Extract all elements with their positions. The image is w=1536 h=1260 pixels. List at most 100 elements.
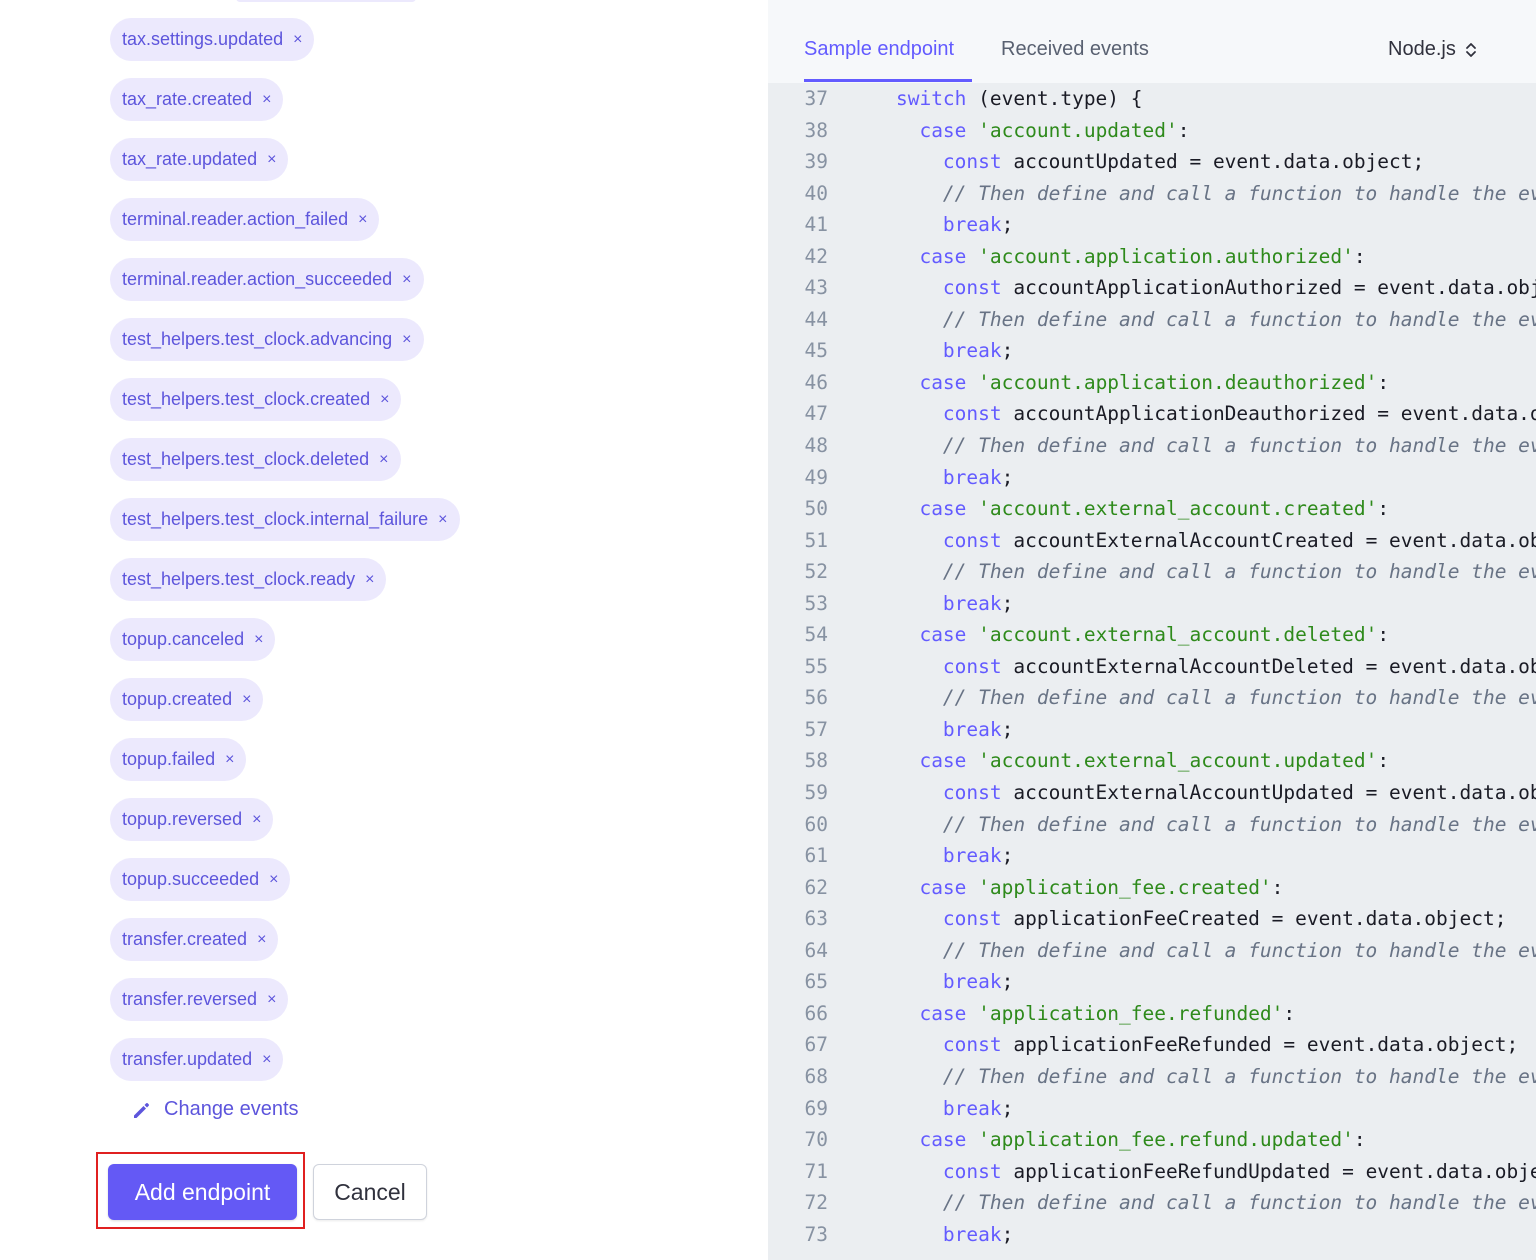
code-token: break: [942, 717, 1002, 741]
add-endpoint-button[interactable]: Add endpoint: [108, 1164, 297, 1220]
event-chip: test_helpers.test_clock.advancing ×: [110, 318, 424, 361]
code-token: 'account.updated': [978, 118, 1178, 142]
tab-received-events[interactable]: Received events: [1001, 38, 1149, 61]
code-line: 47 const accountApplicationDeauthorized …: [768, 398, 1536, 430]
line-number: 69: [804, 1096, 828, 1120]
event-chip: topup.canceled ×: [110, 618, 276, 661]
code-text: // Then define and call a function to ha…: [849, 304, 1536, 336]
tab-sample-endpoint[interactable]: Sample endpoint: [804, 38, 954, 61]
remove-event-icon[interactable]: ×: [262, 91, 271, 108]
language-select[interactable]: Node.js: [1388, 38, 1478, 61]
code-text: break;: [849, 1219, 1013, 1251]
chevron-up-down-icon: [1465, 42, 1476, 57]
change-events-link[interactable]: Change events: [132, 1098, 299, 1121]
code-text: // Then define and call a function to ha…: [849, 1061, 1536, 1093]
line-number: 37: [804, 87, 828, 110]
remove-event-icon[interactable]: ×: [293, 31, 302, 48]
active-tab-indicator: [804, 79, 972, 82]
remove-event-icon[interactable]: ×: [225, 751, 234, 768]
remove-event-icon[interactable]: ×: [262, 1051, 271, 1068]
code-token: ;: [1001, 844, 1014, 868]
code-token: :: [1377, 749, 1390, 773]
code-line: 67 const applicationFeeRefunded = event.…: [768, 1029, 1536, 1061]
code-text: case 'application_fee.refund.updated':: [849, 1124, 1366, 1156]
code-line: 42 case 'account.application.authorized'…: [768, 241, 1536, 273]
line-number: 51: [804, 528, 828, 552]
code-block[interactable]: 37 switch (event.type) {38 case 'account…: [768, 83, 1536, 1260]
remove-event-icon[interactable]: ×: [438, 511, 447, 528]
remove-event-icon[interactable]: ×: [358, 211, 367, 228]
code-token: case: [919, 244, 967, 268]
code-text: break;: [849, 840, 1013, 872]
code-token: // Then define and call a function to ha…: [942, 307, 1536, 331]
line-number: 38: [804, 118, 828, 142]
remove-event-icon[interactable]: ×: [257, 931, 266, 948]
line-number: 68: [804, 1064, 828, 1088]
code-token: const: [942, 276, 1002, 300]
change-events-label: Change events: [164, 1098, 299, 1120]
line-number: 39: [804, 150, 828, 174]
code-token: // Then define and call a function to ha…: [942, 938, 1536, 962]
code-line: 43 const accountApplicationAuthorized = …: [768, 272, 1536, 304]
remove-event-icon[interactable]: ×: [267, 151, 276, 168]
remove-event-icon[interactable]: ×: [252, 811, 261, 828]
code-text: // Then define and call a function to ha…: [849, 935, 1536, 967]
remove-event-icon[interactable]: ×: [267, 991, 276, 1008]
remove-event-icon[interactable]: ×: [269, 871, 278, 888]
line-number: 55: [804, 654, 828, 678]
code-text: case 'application_fee.created':: [849, 872, 1283, 904]
code-text: const applicationFeeRefundUpdated = even…: [849, 1156, 1536, 1188]
code-token: break: [942, 213, 1002, 237]
code-token: case: [919, 749, 967, 773]
code-token: accountUpdated = event.data.object;: [1001, 150, 1425, 174]
code-token: break: [942, 465, 1002, 489]
remove-event-icon[interactable]: ×: [254, 631, 263, 648]
remove-event-icon[interactable]: ×: [242, 691, 251, 708]
code-line: 65 break;: [768, 966, 1536, 998]
event-chip-label: topup.failed: [122, 749, 216, 769]
event-chip-label: test_helpers.test_clock.deleted: [122, 449, 370, 469]
remove-event-icon[interactable]: ×: [379, 451, 388, 468]
remove-event-icon[interactable]: ×: [365, 571, 374, 588]
code-text: break;: [849, 1093, 1013, 1125]
code-token: case: [919, 875, 967, 899]
line-number: 52: [804, 560, 828, 584]
line-number: 44: [804, 307, 828, 331]
code-token: 'account.application.deauthorized': [978, 370, 1378, 394]
code-token: :: [1353, 1128, 1366, 1152]
event-chip-label: tax.settings.updated: [122, 29, 284, 49]
code-line: 66 case 'application_fee.refunded':: [768, 998, 1536, 1030]
code-text: const applicationFeeRefunded = event.dat…: [849, 1029, 1518, 1061]
code-token: // Then define and call a function to ha…: [942, 686, 1536, 710]
cancel-button[interactable]: Cancel: [313, 1164, 427, 1220]
code-text: case 'account.application.deauthorized':: [849, 367, 1389, 399]
line-number: 56: [804, 686, 828, 710]
line-number: 71: [804, 1159, 828, 1183]
line-number: 70: [804, 1128, 828, 1152]
code-text: break;: [849, 714, 1013, 746]
event-chip: test_helpers.test_clock.deleted ×: [110, 438, 401, 481]
event-chip: transfer.updated ×: [110, 1038, 284, 1081]
code-token: const: [942, 402, 1002, 426]
code-text: // Then define and call a function to ha…: [849, 682, 1536, 714]
remove-event-icon[interactable]: ×: [380, 391, 389, 408]
code-token: ;: [1001, 213, 1014, 237]
remove-event-icon[interactable]: ×: [402, 271, 411, 288]
code-token: ;: [1001, 339, 1014, 363]
code-token: accountExternalAccountDeleted = event.da…: [1001, 654, 1536, 678]
remove-event-icon[interactable]: ×: [402, 331, 411, 348]
